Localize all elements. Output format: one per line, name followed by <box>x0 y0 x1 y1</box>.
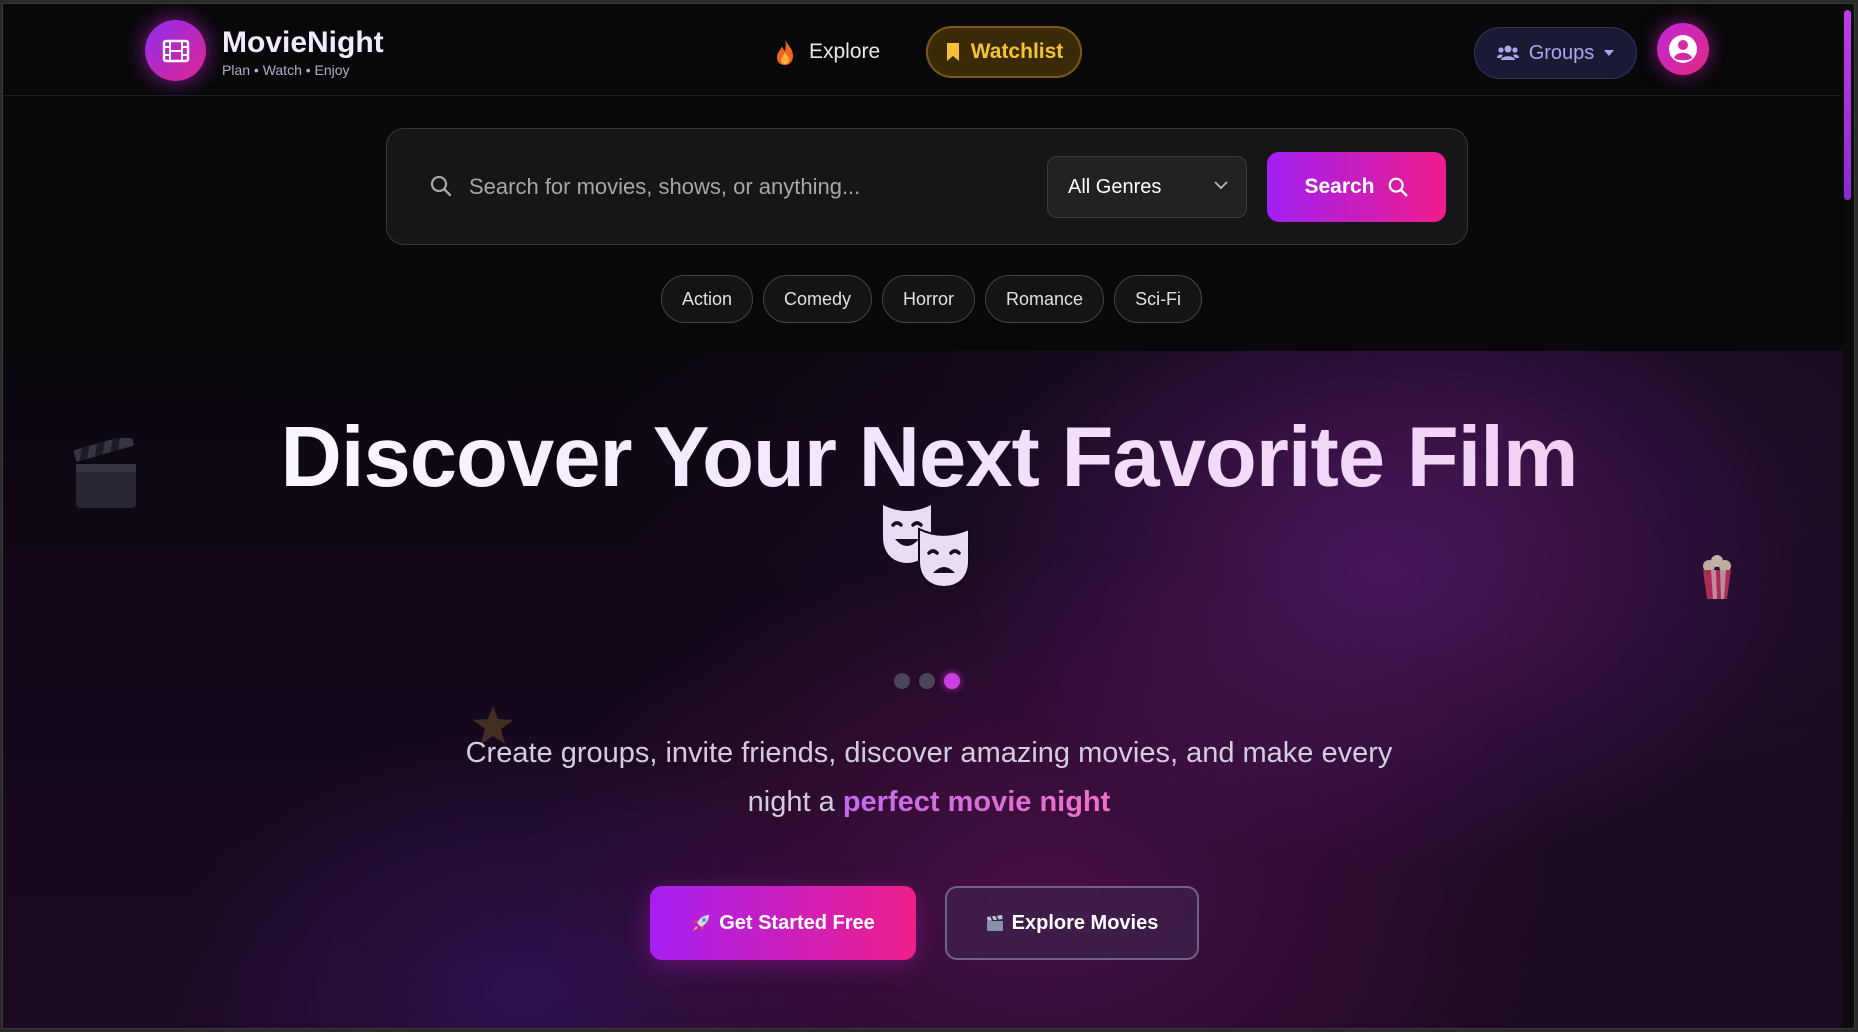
hero-subtitle-highlight: perfect movie night <box>842 786 1111 818</box>
rocket-icon <box>693 915 710 931</box>
genre-chip-horror[interactable]: Horror <box>882 275 976 323</box>
search-button[interactable]: Search <box>1267 152 1446 222</box>
nav-groups-label: Groups <box>1528 41 1595 64</box>
app-tagline: Plan • Watch • Enjoy <box>222 62 350 78</box>
genre-chip-scifi[interactable]: Sci-Fi <box>1114 275 1203 323</box>
nav-watchlist-button[interactable]: Watchlist <box>926 26 1082 78</box>
search-section: All Genres Search Action Comedy Horror R… <box>3 97 1854 351</box>
search-button-label: Search <box>1304 175 1375 198</box>
get-started-label: Get Started Free <box>719 911 875 934</box>
caret-down-icon <box>1604 50 1615 56</box>
page-scrollbar[interactable] <box>1842 4 1854 1028</box>
hero-section: Discover Your Next Favorite Film Create <box>3 351 1854 1028</box>
chevron-down-icon <box>1214 181 1228 190</box>
hero-subtitle-line1: Create groups, invite friends, discover … <box>465 737 1393 769</box>
genre-chip-action[interactable]: Action <box>660 275 753 323</box>
search-bar: All Genres Search <box>386 128 1468 245</box>
fire-icon <box>777 39 793 65</box>
hero-title: Discover Your Next Favorite Film <box>3 409 1854 507</box>
genre-chips: Action Comedy Horror Romance Sci-Fi <box>3 275 1854 323</box>
carousel-dot-1[interactable] <box>894 673 910 689</box>
user-avatar-button[interactable] <box>1657 23 1709 75</box>
hero-subtitle-line2: night a perfect movie night <box>3 778 1854 827</box>
carousel-dots <box>894 673 960 689</box>
browser-viewport: MovieNight Plan • Watch • Enjoy Explore … <box>2 3 1855 1029</box>
carousel-dot-3[interactable] <box>944 673 960 689</box>
search-icon <box>430 175 452 197</box>
user-circle-icon <box>1669 35 1697 63</box>
explore-movies-button[interactable]: Explore Movies <box>945 886 1199 960</box>
search-input[interactable] <box>469 165 1029 209</box>
explore-movies-label: Explore Movies <box>1011 911 1159 934</box>
scrollbar-thumb[interactable] <box>1844 10 1851 200</box>
get-started-button[interactable]: Get Started Free <box>650 886 916 960</box>
clapperboard-icon <box>986 915 1003 931</box>
film-logo-icon[interactable] <box>145 20 206 81</box>
hero-subtitle: Create groups, invite friends, discover … <box>3 729 1854 827</box>
bookmark-icon <box>946 43 959 61</box>
genre-select-value: All Genres <box>1068 175 1162 198</box>
carousel-dot-2[interactable] <box>919 673 935 689</box>
genre-chip-comedy[interactable]: Comedy <box>762 275 872 323</box>
top-nav: MovieNight Plan • Watch • Enjoy Explore … <box>3 4 1854 96</box>
nav-watchlist-label: Watchlist <box>970 40 1064 63</box>
genre-chip-romance[interactable]: Romance <box>985 275 1105 323</box>
search-icon <box>1388 177 1407 197</box>
genre-select[interactable]: All Genres <box>1047 156 1247 218</box>
nav-groups-dropdown[interactable]: Groups <box>1474 27 1637 79</box>
app-title[interactable]: MovieNight <box>222 26 384 60</box>
nav-explore-label: Explore <box>809 40 881 63</box>
popcorn-icon <box>1703 555 1731 599</box>
users-icon <box>1496 45 1519 60</box>
hero-subtitle-prefix: night a <box>747 786 843 818</box>
nav-explore-link[interactable]: Explore <box>775 34 880 70</box>
theater-masks-icon <box>883 505 970 589</box>
